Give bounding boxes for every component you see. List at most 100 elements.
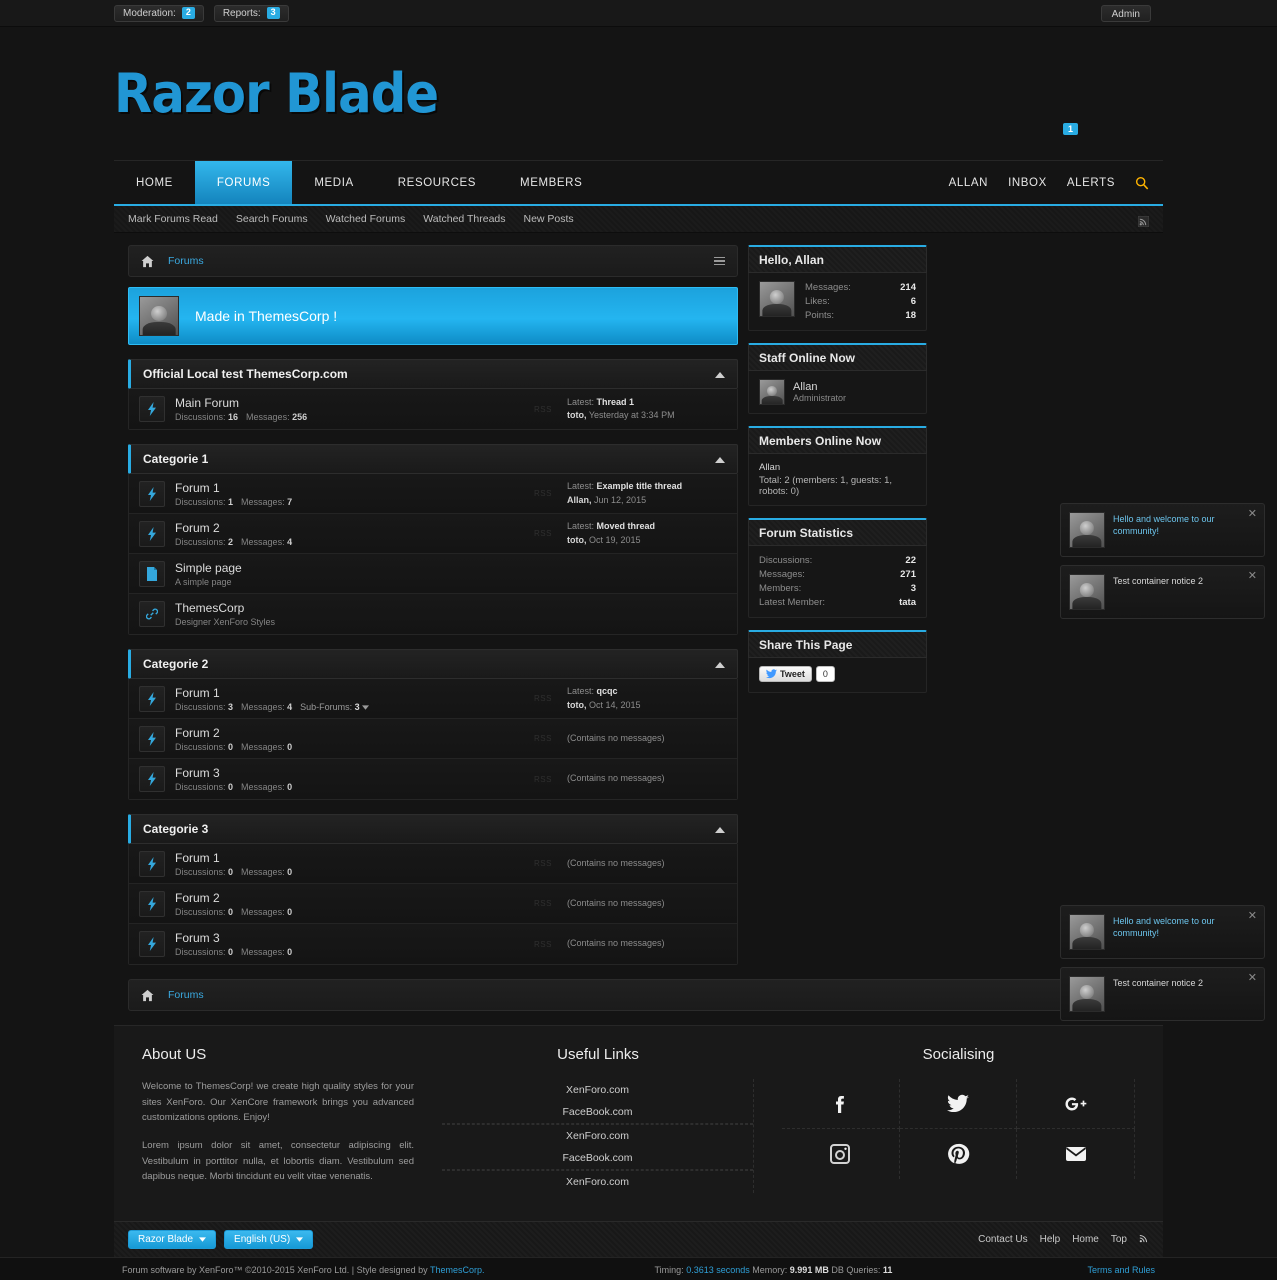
- chevron-up-icon[interactable]: [715, 365, 725, 383]
- rss-label[interactable]: RSS: [519, 529, 567, 538]
- tweet-button[interactable]: Tweet 0: [759, 666, 835, 683]
- googleplus-icon[interactable]: [1017, 1079, 1135, 1129]
- breadcrumb-menu-icon[interactable]: [714, 256, 725, 266]
- email-icon[interactable]: [1017, 1129, 1135, 1179]
- forum-node-title[interactable]: Forum 3: [175, 766, 519, 781]
- category-header[interactable]: Categorie 3: [128, 814, 738, 844]
- nav-tab-resources[interactable]: RESOURCES: [376, 161, 498, 204]
- home-icon[interactable]: [141, 255, 154, 268]
- forum-node-row[interactable]: Forum 3 Discussions: 0 Messages: 0 RSS (Cont…: [129, 924, 737, 964]
- forum-node-row[interactable]: Forum 1 Discussions: 3 Messages: 4 Sub-Foru…: [129, 679, 737, 719]
- nav-tab-home[interactable]: HOME: [114, 161, 195, 204]
- site-logo[interactable]: Razor Blade: [114, 62, 439, 125]
- footer-bar-link-top[interactable]: Top: [1111, 1234, 1127, 1245]
- subnav-item-1[interactable]: Search Forums: [236, 213, 308, 225]
- forum-node-row[interactable]: Forum 2 Discussions: 0 Messages: 0 RSS (Cont…: [129, 719, 737, 759]
- latest-thread-title[interactable]: Thread 1: [597, 397, 635, 407]
- subnav-item-2[interactable]: Watched Forums: [326, 213, 406, 225]
- subnav-item-3[interactable]: Watched Threads: [423, 213, 505, 225]
- nav-item-inbox[interactable]: INBOX: [1008, 177, 1047, 189]
- forum-node-row[interactable]: Main Forum Discussions: 16 Messages: 256 RS…: [129, 389, 737, 429]
- rss-label[interactable]: RSS: [519, 489, 567, 498]
- nav-tab-forums[interactable]: FORUMS: [194, 161, 293, 204]
- nav-item-alerts[interactable]: ALERTS: [1067, 177, 1115, 189]
- subnav-item-0[interactable]: Mark Forums Read: [128, 213, 218, 225]
- close-icon[interactable]: ✕: [1248, 973, 1257, 984]
- forum-node-title[interactable]: Forum 3: [175, 931, 519, 946]
- rss-icon[interactable]: [1139, 1233, 1149, 1246]
- latest-thread-title[interactable]: qcqc: [597, 686, 618, 696]
- forum-node-title[interactable]: Forum 1: [175, 481, 519, 496]
- nav-tab-members[interactable]: MEMBERS: [498, 161, 604, 204]
- forum-node-row[interactable]: Forum 1 Discussions: 1 Messages: 7 RSS Lates…: [129, 474, 737, 514]
- breadcrumb-link-forums[interactable]: Forums: [168, 255, 204, 267]
- forum-node-title[interactable]: Forum 1: [175, 686, 519, 701]
- forum-node-row[interactable]: Forum 1 Discussions: 0 Messages: 0 RSS (Cont…: [129, 844, 737, 884]
- forum-node-title[interactable]: Forum 2: [175, 726, 519, 741]
- facebook-icon[interactable]: [782, 1079, 900, 1129]
- chevron-up-icon[interactable]: [715, 820, 725, 838]
- home-icon[interactable]: [141, 989, 154, 1002]
- footer-bar-link-help[interactable]: Help: [1040, 1234, 1061, 1245]
- category-header[interactable]: Categorie 1: [128, 444, 738, 474]
- forum-node-title[interactable]: Forum 2: [175, 891, 519, 906]
- reports-button[interactable]: Reports: 3: [213, 4, 289, 22]
- copyright-themescorp-link[interactable]: ThemesCorp.: [430, 1265, 485, 1275]
- avatar[interactable]: [759, 379, 785, 406]
- nav-item-allan[interactable]: ALLAN: [949, 177, 988, 189]
- language-selector[interactable]: English (US): [224, 1230, 314, 1250]
- forum-node-row[interactable]: ThemesCorp Designer XenForo Styles: [129, 594, 737, 634]
- member-online-name[interactable]: Allan: [759, 462, 916, 473]
- forum-node-row[interactable]: Forum 2 Discussions: 2 Messages: 4 RSS Lates…: [129, 514, 737, 554]
- category-header[interactable]: Categorie 2: [128, 649, 738, 679]
- forum-node-title[interactable]: Forum 1: [175, 851, 519, 866]
- subnav-item-4[interactable]: New Posts: [524, 213, 574, 225]
- rss-label[interactable]: RSS: [519, 775, 567, 784]
- latest-username[interactable]: toto,: [567, 535, 587, 545]
- forum-node-title[interactable]: ThemesCorp: [175, 601, 567, 616]
- style-selector[interactable]: Razor Blade: [128, 1230, 217, 1250]
- admin-link[interactable]: Admin: [1100, 4, 1151, 22]
- rss-label[interactable]: RSS: [519, 405, 567, 414]
- close-icon[interactable]: ✕: [1248, 911, 1257, 922]
- latest-username[interactable]: Allan,: [567, 495, 592, 505]
- latest-thread-title[interactable]: Example title thread: [597, 481, 683, 491]
- search-icon[interactable]: [1135, 176, 1149, 190]
- latest-username[interactable]: toto,: [567, 410, 587, 420]
- footer-link-item[interactable]: FaceBook.com: [442, 1101, 753, 1124]
- rss-corner-icon[interactable]: [1137, 214, 1150, 227]
- footer-bar-link-contact-us[interactable]: Contact Us: [978, 1234, 1027, 1245]
- twitter-icon[interactable]: [899, 1079, 1018, 1129]
- forum-node-title[interactable]: Forum 2: [175, 521, 519, 536]
- footer-link-item[interactable]: XenForo.com: [442, 1124, 753, 1147]
- rss-label[interactable]: RSS: [519, 940, 567, 949]
- forum-node-row[interactable]: Simple page A simple page: [129, 554, 737, 594]
- forum-node-title[interactable]: Main Forum: [175, 396, 519, 411]
- footer-bar-link-home[interactable]: Home: [1072, 1234, 1099, 1245]
- rss-label[interactable]: RSS: [519, 899, 567, 908]
- chevron-up-icon[interactable]: [715, 655, 725, 673]
- instagram-icon[interactable]: [782, 1129, 900, 1179]
- latest-username[interactable]: toto,: [567, 700, 587, 710]
- rss-label[interactable]: RSS: [519, 859, 567, 868]
- footer-link-item[interactable]: XenForo.com: [442, 1079, 753, 1101]
- forum-node-row[interactable]: Forum 2 Discussions: 0 Messages: 0 RSS (Cont…: [129, 884, 737, 924]
- moderation-button[interactable]: Moderation: 2: [114, 4, 204, 22]
- footer-link-item[interactable]: XenForo.com: [442, 1170, 753, 1193]
- staff-name[interactable]: Allan: [793, 381, 846, 393]
- breadcrumb-link-forums[interactable]: Forums: [168, 989, 204, 1001]
- rss-label[interactable]: RSS: [519, 734, 567, 743]
- avatar[interactable]: [759, 281, 795, 317]
- subforums-toggle[interactable]: Sub-Forums: 3: [300, 702, 369, 712]
- close-icon[interactable]: ✕: [1248, 571, 1257, 582]
- latest-thread-title[interactable]: Moved thread: [597, 521, 656, 531]
- close-icon[interactable]: ✕: [1248, 509, 1257, 520]
- forum-node-title[interactable]: Simple page: [175, 561, 567, 576]
- forum-node-row[interactable]: Forum 3 Discussions: 0 Messages: 0 RSS (Cont…: [129, 759, 737, 799]
- chevron-up-icon[interactable]: [715, 450, 725, 468]
- rss-label[interactable]: RSS: [519, 694, 567, 703]
- footer-link-item[interactable]: FaceBook.com: [442, 1147, 753, 1170]
- nav-tab-media[interactable]: MEDIA: [292, 161, 375, 204]
- terms-and-rules-link[interactable]: Terms and Rules: [1087, 1265, 1155, 1275]
- pinterest-icon[interactable]: [900, 1129, 1018, 1179]
